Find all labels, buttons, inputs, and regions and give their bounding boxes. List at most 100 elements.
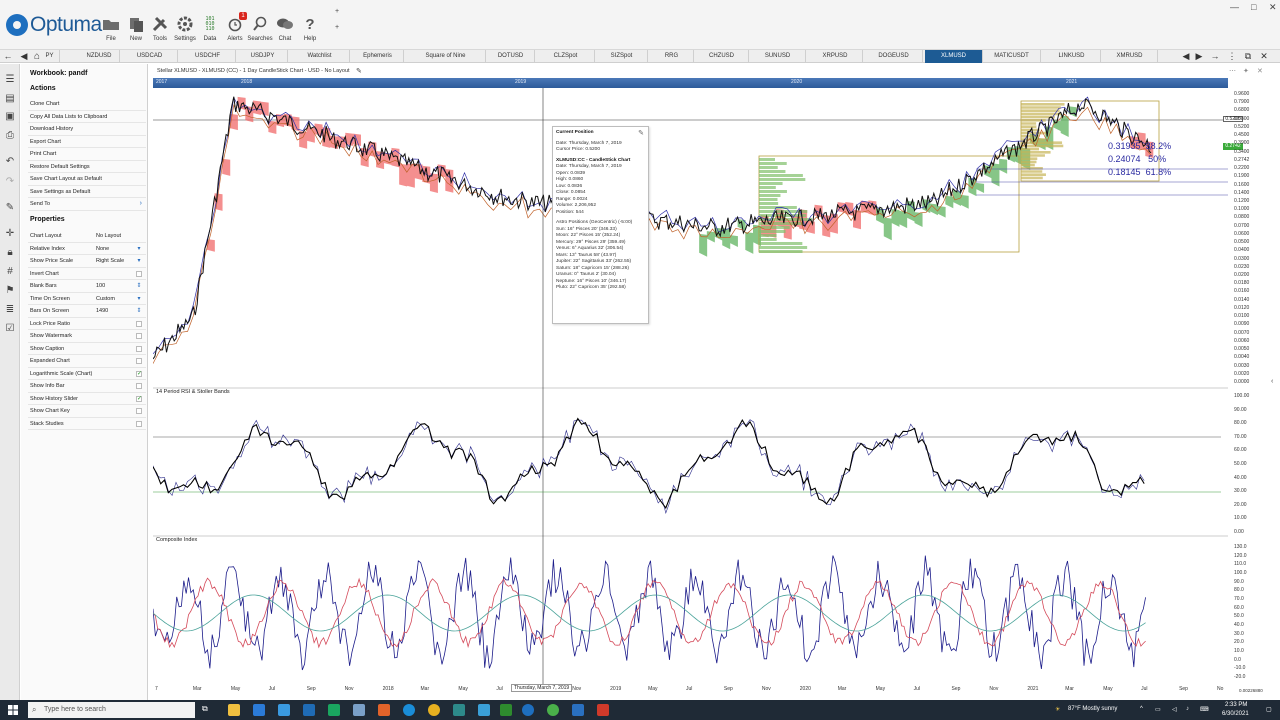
tabs-close-icon[interactable]: ✕ — [1258, 50, 1270, 63]
property-checkbox[interactable] — [136, 333, 142, 339]
toolbar-expand-icon[interactable]: + — [335, 8, 339, 15]
layers-icon[interactable]: ≣ — [3, 302, 17, 316]
property-checkbox[interactable] — [136, 270, 142, 277]
tab-nzdusd[interactable]: NZDUSD — [79, 50, 120, 63]
tabs-scroll-left-icon[interactable]: ◀ — [18, 50, 30, 63]
optuma-taskbar-icon[interactable] — [522, 704, 534, 716]
chart-canvas[interactable] — [153, 88, 1228, 684]
searches-button[interactable]: Searches — [247, 14, 273, 46]
volume-icon[interactable]: ◁ — [1172, 706, 1177, 713]
action-copy-all-data-lists-to-clipboard[interactable]: Copy All Data Lists to Clipboard — [28, 111, 146, 123]
property-checkbox[interactable]: ✓ — [136, 395, 142, 402]
property-checkbox[interactable] — [136, 408, 142, 414]
property-checkbox[interactable]: ✓ — [136, 370, 142, 377]
tab-dogeusd[interactable]: DOGEUSD — [865, 50, 923, 63]
dropdown-chevron-icon[interactable]: ▾ — [136, 296, 142, 302]
action-save-settings-as-default[interactable]: Save Settings as Default — [28, 186, 146, 198]
spinner-icon[interactable]: ⇕ — [136, 308, 142, 314]
brave-browser-icon[interactable] — [378, 704, 390, 716]
property-value[interactable]: No Layout — [96, 230, 121, 243]
action-print-chart[interactable]: Print Chart — [28, 148, 146, 161]
app-icon[interactable] — [547, 704, 559, 716]
save-disk-icon[interactable]: ▣ — [3, 109, 17, 123]
tab-sunusd[interactable]: SUNUSD — [750, 50, 806, 63]
app-icon[interactable] — [453, 704, 465, 716]
new-button[interactable]: New — [124, 14, 148, 46]
network-icon[interactable]: ▭ — [1155, 706, 1161, 713]
tab-xrpusd[interactable]: XRPUSD — [808, 50, 863, 63]
speaker-icon[interactable]: ♪ — [1186, 706, 1189, 712]
grid-icon[interactable]: # — [3, 264, 17, 278]
chrome-browser-icon[interactable] — [428, 704, 440, 716]
app-icon[interactable] — [572, 704, 584, 716]
property-value[interactable]: Right Scale — [96, 255, 124, 268]
property-checkbox[interactable] — [136, 345, 142, 352]
chat-button[interactable]: Chat — [273, 14, 297, 46]
panel-list-icon[interactable]: ☰ — [3, 72, 17, 86]
tabs-list-icon[interactable]: ⋮ — [1226, 50, 1238, 63]
tab-usdchf[interactable]: USDCHF — [180, 50, 236, 63]
chart-close-icon[interactable]: ✕ — [1257, 67, 1263, 75]
action-download-history[interactable]: Download History — [28, 123, 146, 136]
collapse-panel-arrow-icon[interactable]: ‹ — [1271, 378, 1273, 385]
draw-tool-icon[interactable]: ✎ — [3, 200, 17, 214]
tab-square-of-nine[interactable]: Square of Nine — [406, 50, 486, 63]
undo-icon[interactable]: ↶ — [3, 154, 17, 168]
photos-icon[interactable] — [278, 704, 290, 716]
alerts-button[interactable]: 1 Alerts — [223, 12, 247, 46]
chart-options-icon[interactable]: ⋯ — [1229, 67, 1236, 75]
tab-chzusd[interactable]: CHZUSD — [695, 50, 749, 63]
redo-icon[interactable]: ↷ — [3, 174, 17, 188]
open-folder-icon[interactable]: ▤ — [3, 91, 17, 105]
tab-xmrusd[interactable]: XMRUSD — [1102, 50, 1158, 63]
word-icon[interactable] — [303, 704, 315, 716]
data-button[interactable]: 101 010 110 Data — [198, 14, 222, 46]
settings-button[interactable]: Settings — [173, 14, 197, 46]
toolbar-collapse-icon[interactable]: + — [335, 24, 339, 31]
minimize-icon[interactable]: — — [1230, 2, 1239, 12]
taskbar-search-box[interactable]: ⌕ Type here to search — [28, 702, 195, 718]
tab-ephemeris[interactable]: Ephemeris — [352, 50, 404, 63]
property-value[interactable]: 1490 — [96, 305, 108, 318]
mail-icon[interactable] — [253, 704, 265, 716]
crosshair-icon[interactable]: ✛ — [3, 226, 17, 240]
help-button[interactable]: ? Help — [298, 14, 322, 46]
tab-rrg[interactable]: RRG — [650, 50, 694, 63]
tabs-next-icon[interactable]: ▶ — [1193, 50, 1205, 63]
file-explorer-icon[interactable] — [228, 704, 240, 716]
notification-icon[interactable]: ▢ — [1266, 706, 1272, 713]
action-restore-default-settings[interactable]: Restore Default Settings — [28, 161, 146, 173]
chart-area[interactable]: Stellar XLMUSD - XLMUSD (CC) - 1 Day Can… — [153, 64, 1280, 700]
task-view-icon[interactable]: ⧉ — [202, 704, 214, 716]
tab-clzspot[interactable]: CLZSpot — [537, 50, 595, 63]
lock-icon[interactable]: 🔒︎ — [3, 245, 17, 259]
action-clone-chart[interactable]: Clone Chart — [28, 98, 146, 111]
tab-py[interactable]: PY — [40, 50, 60, 63]
action-save-chart-layout-as-default[interactable]: Save Chart Layout as Default — [28, 173, 146, 186]
stamp-icon[interactable]: ⚑ — [3, 283, 17, 297]
file-button[interactable]: File — [99, 14, 123, 46]
property-value[interactable]: Custom — [96, 293, 115, 306]
property-checkbox[interactable] — [136, 358, 142, 364]
dropdown-chevron-icon[interactable]: ▾ — [136, 258, 142, 264]
property-checkbox[interactable] — [136, 320, 142, 327]
tab-usdjpy[interactable]: USDJPY — [238, 50, 288, 63]
dropdown-chevron-icon[interactable]: ▾ — [136, 246, 142, 252]
tab-usdcad[interactable]: USDCAD — [122, 50, 178, 63]
excel-icon[interactable] — [328, 704, 340, 716]
clock-time[interactable]: 2:33 PM — [1225, 702, 1247, 708]
action-export-chart[interactable]: Export Chart — [28, 136, 146, 148]
weather-text[interactable]: 87°F Mostly sunny — [1068, 706, 1117, 712]
close-icon[interactable]: ✕ — [1269, 2, 1277, 13]
edit-title-icon[interactable]: ✎ — [356, 67, 362, 75]
spinner-icon[interactable]: ⇕ — [136, 283, 142, 289]
property-checkbox[interactable] — [136, 383, 142, 389]
app-icon[interactable] — [478, 704, 490, 716]
property-checkbox[interactable] — [136, 420, 142, 427]
clock-date[interactable]: 6/30/2021 — [1222, 711, 1249, 717]
tabs-restore-icon[interactable]: ⧉ — [1242, 50, 1254, 63]
tools-button[interactable]: Tools — [148, 14, 172, 46]
app-icon[interactable] — [353, 704, 365, 716]
tab-sizspot[interactable]: SIZSpot — [596, 50, 648, 63]
tabs-back-arrow-icon[interactable]: ← — [2, 50, 14, 63]
